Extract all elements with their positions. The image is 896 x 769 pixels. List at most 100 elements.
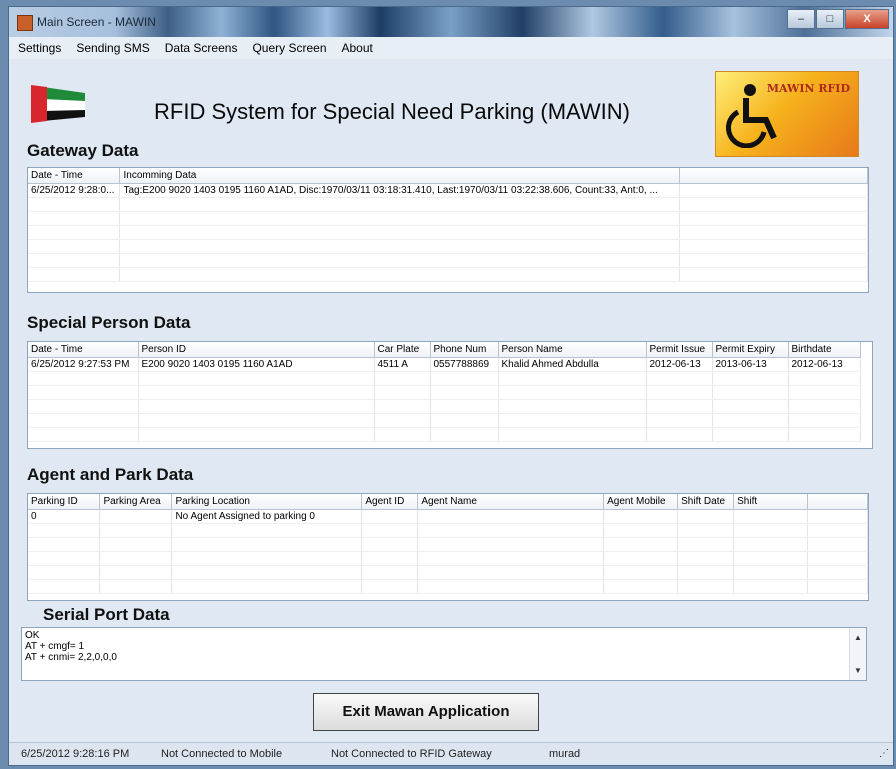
table-cell <box>733 509 809 524</box>
table-cell <box>99 509 173 524</box>
client-area: RFID System for Special Need Parking (MA… <box>9 59 893 745</box>
table-cell <box>603 509 679 524</box>
column-header[interactable]: Permit Issue <box>646 342 713 358</box>
table-cell: 4511 A <box>374 357 431 372</box>
column-header[interactable]: Birthdate <box>788 342 861 358</box>
exit-application-button[interactable]: Exit Mawan Application <box>313 693 539 731</box>
table-cell: 6/25/2012 9:28:0... <box>28 183 121 198</box>
column-header[interactable]: Person ID <box>138 342 375 358</box>
table-row[interactable] <box>28 211 868 226</box>
table-cell: 6/25/2012 9:27:53 PM <box>28 357 139 372</box>
status-mobile: Not Connected to Mobile <box>161 748 283 760</box>
column-header[interactable]: Car Plate <box>374 342 431 358</box>
table-row[interactable] <box>28 399 861 414</box>
column-header[interactable]: Agent ID <box>361 494 419 510</box>
column-header[interactable]: Phone Num <box>430 342 499 358</box>
table-row[interactable] <box>28 385 861 400</box>
column-header[interactable]: Parking Area <box>99 494 173 510</box>
table-row[interactable] <box>28 565 868 580</box>
column-header[interactable] <box>807 494 868 510</box>
table-cell <box>361 509 419 524</box>
table-cell <box>417 509 605 524</box>
table-header-row: Date - Time Incomming Data <box>28 168 868 184</box>
menu-about[interactable]: About <box>333 37 379 55</box>
maximize-button[interactable]: □ <box>816 9 844 29</box>
table-cell: 2012-06-13 <box>646 357 713 372</box>
table-cell <box>677 509 735 524</box>
table-cell: E200 9020 1403 0195 1160 A1AD <box>138 357 375 372</box>
scroll-up-icon[interactable]: ▲ <box>854 632 862 643</box>
table-cell: 2013-06-13 <box>712 357 789 372</box>
column-header[interactable]: Person Name <box>498 342 647 358</box>
table-cell: 0557788869 <box>430 357 499 372</box>
resize-grip-icon[interactable]: ⋰ <box>879 748 889 763</box>
column-header[interactable]: Parking ID <box>28 494 101 510</box>
menu-settings[interactable]: Settings <box>9 37 67 55</box>
table-row[interactable] <box>28 427 861 442</box>
table-row[interactable] <box>28 523 868 538</box>
table-cell <box>807 509 868 524</box>
serial-port-data-title: Serial Port Data <box>43 605 170 624</box>
title-bar[interactable]: Main Screen - MAWIN – □ X <box>9 7 893 37</box>
table-row[interactable] <box>28 225 868 240</box>
logo-text: MAWIN RFID <box>766 82 850 95</box>
table-row[interactable] <box>28 579 868 594</box>
table-cell: Khalid Ahmed Abdulla <box>498 357 647 372</box>
agent-park-data-grid[interactable]: Parking ID Parking Area Parking Location… <box>27 493 869 601</box>
table-row[interactable] <box>28 197 868 212</box>
table-header-row: Date - Time Person ID Car Plate Phone Nu… <box>28 342 861 358</box>
column-header[interactable]: Date - Time <box>28 168 121 184</box>
table-cell: Tag:E200 9020 1403 0195 1160 A1AD, Disc:… <box>119 183 681 198</box>
status-user: murad <box>549 748 581 760</box>
scroll-down-icon[interactable]: ▼ <box>854 665 862 676</box>
page-title: RFID System for Special Need Parking (MA… <box>154 99 630 124</box>
special-person-data-title: Special Person Data <box>27 313 191 332</box>
column-header[interactable]: Shift Date <box>677 494 735 510</box>
serial-scrollbar[interactable]: ▲ ▼ <box>849 628 866 680</box>
table-cell: No Agent Assigned to parking 0 <box>171 509 363 524</box>
column-header[interactable]: Parking Location <box>171 494 363 510</box>
table-row[interactable] <box>28 371 861 386</box>
table-row[interactable] <box>28 537 868 552</box>
column-header[interactable]: Incomming Data <box>119 168 681 184</box>
column-header[interactable]: Agent Name <box>417 494 605 510</box>
column-header[interactable] <box>679 168 868 184</box>
app-icon <box>17 15 33 31</box>
menu-bar: Settings Sending SMS Data Screens Query Scr… <box>9 37 893 60</box>
table-row[interactable]: 6/25/2012 9:28:0... Tag:E200 9020 1403 0… <box>28 183 868 198</box>
table-row[interactable]: 6/25/2012 9:27:53 PM E200 9020 1403 0195… <box>28 357 861 372</box>
status-time: 6/25/2012 9:28:16 PM <box>21 748 130 760</box>
table-row[interactable] <box>28 253 868 268</box>
menu-data-screens[interactable]: Data Screens <box>156 37 244 55</box>
table-row[interactable] <box>28 551 868 566</box>
window-title: Main Screen - MAWIN <box>37 15 156 29</box>
status-bar: 6/25/2012 9:28:16 PM Not Connected to Mo… <box>9 742 893 765</box>
menu-sending-sms[interactable]: Sending SMS <box>67 37 155 55</box>
gateway-data-grid[interactable]: Date - Time Incomming Data 6/25/2012 9:2… <box>27 167 869 293</box>
close-button[interactable]: X <box>845 9 889 29</box>
minimize-button[interactable]: – <box>787 9 815 29</box>
special-person-data-grid[interactable]: Date - Time Person ID Car Plate Phone Nu… <box>27 341 873 449</box>
table-cell <box>679 183 868 198</box>
serial-port-textbox[interactable]: OK AT + cmgf= 1 AT + cnmi= 2,2,0,0,0 ▲ ▼ <box>21 627 867 681</box>
table-cell: 0 <box>28 509 101 524</box>
uae-flag-icon <box>31 85 85 123</box>
table-row[interactable]: 0 No Agent Assigned to parking 0 <box>28 509 868 524</box>
table-cell: 2012-06-13 <box>788 357 861 372</box>
main-window: Main Screen - MAWIN – □ X Settings Sendin… <box>8 6 894 766</box>
agent-park-data-title: Agent and Park Data <box>27 465 194 484</box>
table-row[interactable] <box>28 267 868 282</box>
table-row[interactable] <box>28 413 861 428</box>
menu-query-screen[interactable]: Query Screen <box>243 37 332 55</box>
serial-line: AT + cmgf= 1 <box>25 641 85 652</box>
column-header[interactable]: Date - Time <box>28 342 139 358</box>
column-header[interactable]: Permit Expiry <box>712 342 789 358</box>
column-header[interactable]: Shift <box>733 494 809 510</box>
mawin-logo: MAWIN RFID <box>715 71 859 157</box>
table-row[interactable] <box>28 239 868 254</box>
serial-line: AT + cnmi= 2,2,0,0,0 <box>25 652 117 663</box>
status-gateway: Not Connected to RFID Gateway <box>331 748 492 760</box>
column-header[interactable]: Agent Mobile <box>603 494 679 510</box>
table-header-row: Parking ID Parking Area Parking Location… <box>28 494 868 510</box>
serial-line: OK <box>25 630 40 641</box>
